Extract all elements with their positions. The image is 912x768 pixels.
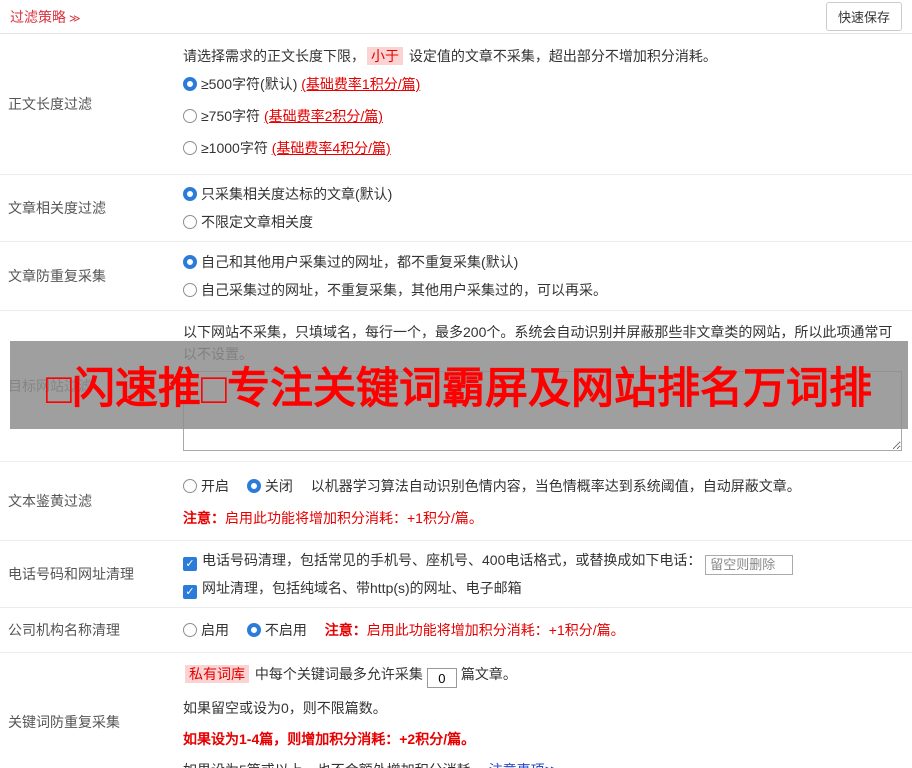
keyword-limit-line4: 如果设为5篇或以上，也不会额外增加积分消耗。 注意事项≫: [183, 759, 902, 768]
radio-option-500[interactable]: ≥500字符(默认) (基础费率1积分/篇): [183, 68, 902, 100]
row-label: 正文长度过滤: [0, 34, 177, 174]
row-label: 文章防重复采集: [0, 242, 177, 310]
row-body-length-filter: 正文长度过滤 请选择需求的正文长度下限，小于 设定值的文章不采集，超出部分不增加…: [0, 34, 912, 175]
row-label: 文本鉴黄过滤: [0, 462, 177, 540]
notes-link[interactable]: 注意事项≫: [489, 762, 560, 768]
row-content: 启用 不启用 注意：启用此功能将增加积分消耗：+1积分/篇。: [177, 608, 912, 652]
keyword-limit-line2: 如果留空或设为0，则不限篇数。: [183, 697, 902, 719]
checkbox-url-cleanup[interactable]: 网址清理，包括纯域名、带http(s)的网址、电子邮箱: [183, 575, 902, 601]
radio-option-relevance-strict[interactable]: 只采集相关度达标的文章(默认): [183, 180, 902, 208]
radio-option-company-off[interactable]: 不启用: [247, 622, 311, 638]
radio-option-dedup-all[interactable]: 自己和其他用户采集过的网址，都不重复采集(默认): [183, 248, 902, 276]
body-length-intro: 请选择需求的正文长度下限，小于 设定值的文章不采集，超出部分不增加积分消耗。: [183, 44, 902, 68]
porn-filter-options: 开启 关闭 以机器学习算法自动识别色情内容，当色情概率达到系统阈值，自动屏蔽文章…: [183, 474, 902, 498]
row-label: 文章相关度过滤: [0, 175, 177, 241]
fee-label: (基础费率4积分/篇): [272, 140, 391, 156]
radio-unchecked-icon[interactable]: [183, 623, 197, 637]
row-label: 电话号码和网址清理: [0, 541, 177, 607]
row-company-name-cleanup: 公司机构名称清理 启用 不启用 注意：启用此功能将增加积分消耗：+1积分/篇。: [0, 608, 912, 653]
quick-save-button[interactable]: 快速保存: [826, 2, 902, 31]
radio-option-porn-on[interactable]: 开启: [183, 478, 233, 494]
row-phone-url-cleanup: 电话号码和网址清理 电话号码清理，包括常见的手机号、座机号、400电话格式，或替…: [0, 541, 912, 608]
porn-filter-desc: 以机器学习算法自动识别色情内容，当色情概率达到系统阈值，自动屏蔽文章。: [311, 478, 801, 494]
company-note-bold: 注意：: [325, 622, 367, 638]
radio-unchecked-icon[interactable]: [183, 109, 197, 123]
chevron-down-icon: ≫: [69, 13, 81, 25]
keyword-limit-line3: 如果设为1-4篇，则增加积分消耗：+2积分/篇。: [183, 728, 902, 750]
radio-unchecked-icon[interactable]: [183, 141, 197, 155]
row-content: 开启 关闭 以机器学习算法自动识别色情内容，当色情概率达到系统阈值，自动屏蔽文章…: [177, 462, 912, 540]
highlight-private-lexicon: 私有词库: [185, 665, 249, 683]
row-label: 公司机构名称清理: [0, 608, 177, 652]
keyword-limit-line1: 私有词库 中每个关键词最多允许采集篇文章。: [183, 663, 902, 689]
radio-option-1000[interactable]: ≥1000字符 (基础费率4积分/篇): [183, 132, 902, 164]
radio-unchecked-icon[interactable]: [183, 283, 197, 297]
radio-checked-icon[interactable]: [183, 77, 197, 91]
row-relevance-filter: 文章相关度过滤 只采集相关度达标的文章(默认) 不限定文章相关度: [0, 175, 912, 242]
watermark-banner: □闪速推□专注关键词霸屏及网站排名万词排: [10, 341, 908, 429]
radio-unchecked-icon[interactable]: [183, 215, 197, 229]
replacement-phone-input[interactable]: [705, 555, 793, 575]
watermark-text: □闪速推□专注关键词霸屏及网站排名万词排: [46, 354, 872, 416]
checkbox-checked-icon[interactable]: [183, 585, 197, 599]
fee-label: (基础费率2积分/篇): [264, 108, 383, 124]
radio-checked-icon[interactable]: [247, 479, 261, 493]
radio-option-750[interactable]: ≥750字符 (基础费率2积分/篇): [183, 100, 902, 132]
filter-strategy-page: 过滤策略≫ 快速保存 正文长度过滤 请选择需求的正文长度下限，小于 设定值的文章…: [0, 0, 912, 768]
row-content: 私有词库 中每个关键词最多允许采集篇文章。 如果留空或设为0，则不限篇数。 如果…: [177, 653, 912, 768]
row-content: 电话号码清理，包括常见的手机号、座机号、400电话格式，或替换成如下电话： 网址…: [177, 541, 912, 607]
radio-checked-icon[interactable]: [183, 255, 197, 269]
radio-option-dedup-own[interactable]: 自己采集过的网址，不重复采集，其他用户采集过的，可以再采。: [183, 276, 902, 304]
radio-checked-icon[interactable]: [247, 623, 261, 637]
page-title: 过滤策略: [10, 9, 66, 25]
radio-unchecked-icon[interactable]: [183, 479, 197, 493]
row-porn-filter: 文本鉴黄过滤 开启 关闭 以机器学习算法自动识别色情内容，当色情概率达到系统阈值…: [0, 462, 912, 541]
porn-filter-note: 注意：启用此功能将增加积分消耗：+1积分/篇。: [183, 508, 902, 528]
radio-checked-icon[interactable]: [183, 187, 197, 201]
keyword-limit-input[interactable]: [427, 668, 457, 688]
checkbox-checked-icon[interactable]: [183, 557, 197, 571]
radio-option-porn-off[interactable]: 关闭: [247, 478, 297, 494]
row-dedup-filter: 文章防重复采集 自己和其他用户采集过的网址，都不重复采集(默认) 自己采集过的网…: [0, 242, 912, 311]
row-content: 自己和其他用户采集过的网址，都不重复采集(默认) 自己采集过的网址，不重复采集，…: [177, 242, 912, 310]
row-content: 请选择需求的正文长度下限，小于 设定值的文章不采集，超出部分不增加积分消耗。 ≥…: [177, 34, 912, 174]
page-title-toggle[interactable]: 过滤策略≫: [10, 7, 81, 27]
company-note: 启用此功能将增加积分消耗：+1积分/篇。: [367, 622, 625, 638]
topbar: 过滤策略≫ 快速保存: [0, 0, 912, 34]
highlight-lessthan: 小于: [367, 47, 403, 65]
radio-option-relevance-any[interactable]: 不限定文章相关度: [183, 208, 902, 236]
row-content: 只采集相关度达标的文章(默认) 不限定文章相关度: [177, 175, 912, 241]
checkbox-phone-cleanup[interactable]: 电话号码清理，包括常见的手机号、座机号、400电话格式，或替换成如下电话：: [183, 547, 902, 575]
radio-option-company-on[interactable]: 启用: [183, 622, 233, 638]
row-label: 关键词防重复采集: [0, 653, 177, 768]
fee-label: (基础费率1积分/篇): [301, 76, 420, 92]
row-keyword-dedup: 关键词防重复采集 私有词库 中每个关键词最多允许采集篇文章。 如果留空或设为0，…: [0, 653, 912, 768]
